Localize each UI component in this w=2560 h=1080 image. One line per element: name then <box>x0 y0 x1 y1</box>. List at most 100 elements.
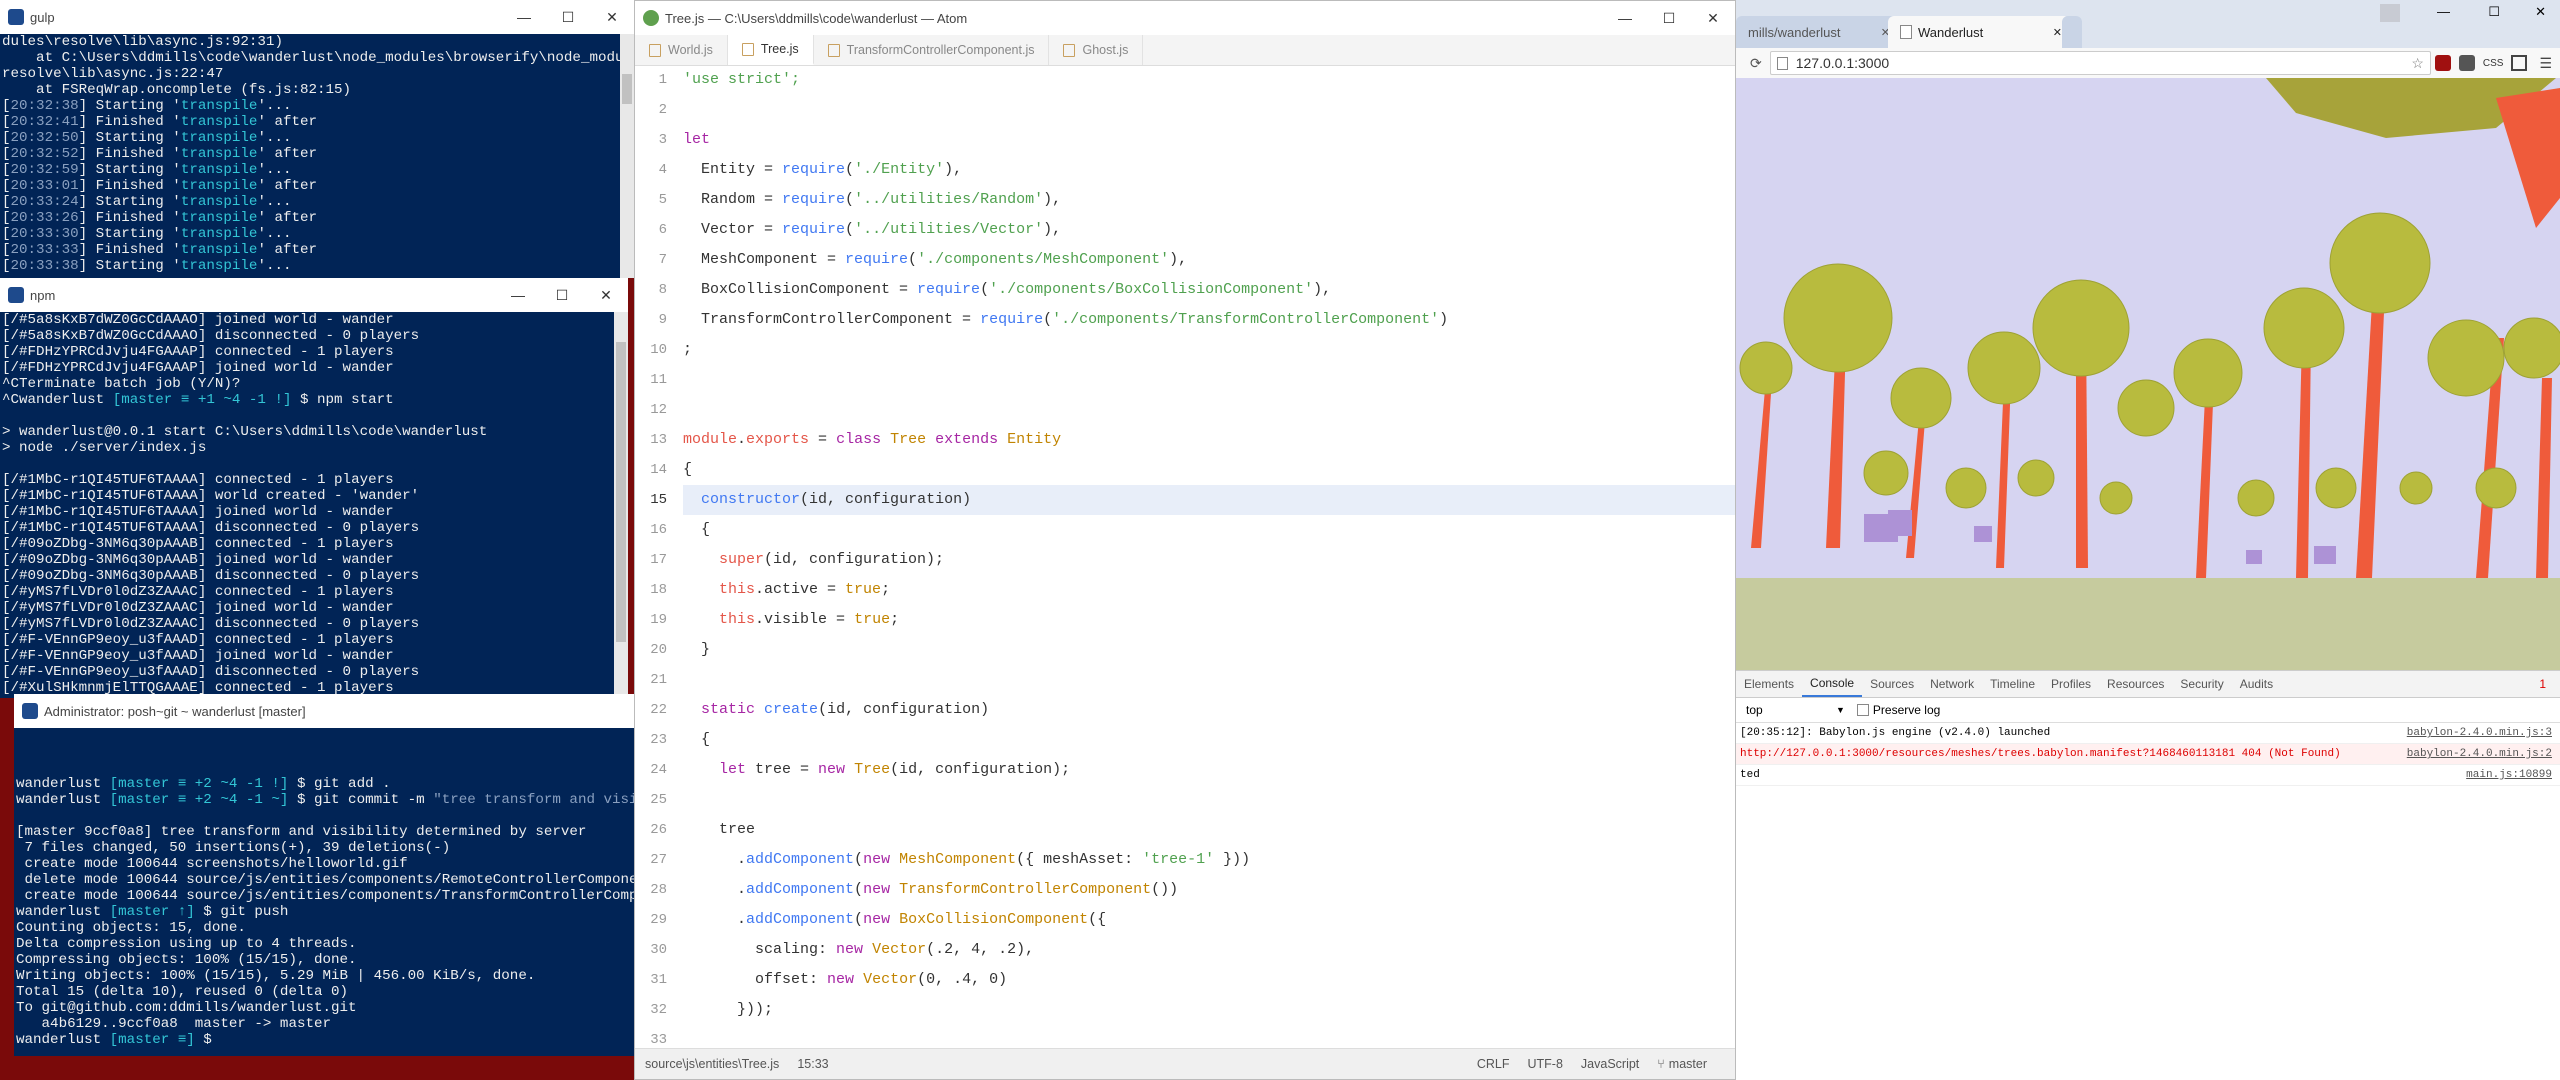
code-line[interactable] <box>683 1025 1735 1049</box>
minimize-icon[interactable]: — <box>1603 1 1647 35</box>
code-line[interactable]: { <box>683 455 1735 485</box>
minimize-icon[interactable]: — <box>2437 4 2450 19</box>
reload-icon[interactable]: ⟳ <box>1750 55 1762 72</box>
editor-tab[interactable]: Ghost.js <box>1049 35 1144 65</box>
gulp-terminal-window[interactable]: gulp — ☐ ✕ dules\resolve\lib\async.js:92… <box>0 0 634 278</box>
code-line[interactable]: super(id, configuration); <box>683 545 1735 575</box>
posh-git-terminal-window[interactable]: Administrator: posh~git ~ wanderlust [ma… <box>14 694 634 1056</box>
context-selector[interactable]: top <box>1746 703 1836 717</box>
code-line[interactable] <box>683 365 1735 395</box>
css-extension-icon[interactable]: CSS <box>2483 58 2504 69</box>
browser-tab-github[interactable]: mills/wanderlust ✕ <box>1736 16 1898 48</box>
close-icon[interactable]: ✕ <box>2053 26 2062 39</box>
code-line[interactable]: this.active = true; <box>683 575 1735 605</box>
ublock-icon[interactable] <box>2434 55 2451 71</box>
devtools-tab[interactable]: Network <box>1922 677 1982 691</box>
code-line[interactable]: BoxCollisionComponent = require('./compo… <box>683 275 1735 305</box>
devtools-tab[interactable]: Audits <box>2232 677 2281 691</box>
babylon-3d-canvas[interactable] <box>1736 78 2560 670</box>
code-line[interactable] <box>683 395 1735 425</box>
status-cursor-position[interactable]: 15:33 <box>797 1057 828 1071</box>
code-line[interactable]: ; <box>683 335 1735 365</box>
devtools-tab[interactable]: Console <box>1802 671 1863 697</box>
console-source-link[interactable]: babylon-2.4.0.min.js:3 <box>2407 723 2560 743</box>
minimize-icon[interactable]: — <box>496 278 540 312</box>
code-line[interactable] <box>683 95 1735 125</box>
code-line[interactable]: Random = require('../utilities/Random'), <box>683 185 1735 215</box>
status-line-ending[interactable]: CRLF <box>1477 1057 1510 1071</box>
code-line[interactable] <box>683 785 1735 815</box>
code-line[interactable]: let tree = new Tree(id, configuration); <box>683 755 1735 785</box>
address-bar[interactable]: 127.0.0.1:3000 ☆ <box>1769 51 2431 75</box>
editor-tab[interactable]: Tree.js <box>727 35 814 65</box>
devtools-tab[interactable]: Security <box>2172 677 2231 691</box>
code-line[interactable]: this.visible = true; <box>683 605 1735 635</box>
maximize-icon[interactable]: ☐ <box>540 278 584 312</box>
npm-terminal-window[interactable]: npm — ☐ ✕ [/#5a8sKxB7dWZ0GcCdAAAO] joine… <box>0 278 628 698</box>
gulp-titlebar[interactable]: gulp — ☐ ✕ <box>0 0 634 34</box>
code-line[interactable]: TransformControllerComponent = require('… <box>683 305 1735 335</box>
status-file-path[interactable]: source\js\entities\Tree.js <box>645 1057 779 1071</box>
close-icon[interactable]: ✕ <box>590 0 634 34</box>
devtools-tab[interactable]: Profiles <box>2043 677 2099 691</box>
preserve-log-checkbox[interactable] <box>1856 704 1869 716</box>
devtools-tab[interactable]: Elements <box>1736 677 1802 691</box>
devtools-tab[interactable]: Resources <box>2099 677 2172 691</box>
code-line[interactable]: static create(id, configuration) <box>683 695 1735 725</box>
code-line[interactable]: scaling: new Vector(.2, 4, .2), <box>683 935 1735 965</box>
maximize-icon[interactable]: ☐ <box>2488 4 2500 20</box>
npm-titlebar[interactable]: npm — ☐ ✕ <box>0 278 628 312</box>
code-area[interactable]: 'use strict'; let Entity = require('./Ent… <box>683 65 1735 1049</box>
code-line[interactable]: .addComponent(new TransformControllerCom… <box>683 875 1735 905</box>
editor-tab[interactable]: TransformControllerComponent.js <box>814 35 1050 65</box>
console-message-text[interactable]: http://127.0.0.1:3000/resources/meshes/t… <box>1736 744 2407 764</box>
maximize-icon[interactable]: ☐ <box>1647 1 1691 35</box>
code-line[interactable]: { <box>683 725 1735 755</box>
pocket-icon[interactable] <box>2458 55 2475 71</box>
terminal-text: [/#F-VEnnGP9eoy_u3fAAAD] connected - 1 p… <box>2 632 394 648</box>
code-line[interactable] <box>683 665 1735 695</box>
menu-icon[interactable]: ☰ <box>2539 55 2552 72</box>
devtools-tab[interactable]: Sources <box>1862 677 1922 691</box>
atom-editor-window[interactable]: Tree.js — C:\Users\ddmills\code\wanderlu… <box>634 0 1736 1080</box>
code-line[interactable]: constructor(id, configuration) <box>683 485 1735 515</box>
code-editor[interactable]: 1 2 3 4 5 6 7 8 9 10 11 12 13 14 15 16 17 18 19 20 21 22 23 24 2… <box>635 65 1735 1049</box>
close-icon[interactable]: ✕ <box>2535 4 2546 20</box>
status-grammar[interactable]: JavaScript <box>1581 1057 1639 1071</box>
code-line[interactable]: 'use strict'; <box>683 65 1735 95</box>
posh-titlebar[interactable]: Administrator: posh~git ~ wanderlust [ma… <box>14 694 634 728</box>
maximize-icon[interactable]: ☐ <box>546 0 590 34</box>
user-icon[interactable] <box>2380 4 2400 22</box>
npm-scrollbar[interactable] <box>614 312 628 698</box>
extension-icon[interactable] <box>2511 55 2528 71</box>
minimize-icon[interactable]: — <box>502 0 546 34</box>
code-line[interactable]: })); <box>683 995 1735 1025</box>
error-count-badge[interactable]: 1 <box>2539 677 2546 691</box>
gulp-scrollbar[interactable] <box>620 34 634 278</box>
code-line[interactable]: let <box>683 125 1735 155</box>
close-icon[interactable]: ✕ <box>1691 1 1735 35</box>
code-line[interactable]: Entity = require('./Entity'), <box>683 155 1735 185</box>
status-encoding[interactable]: UTF-8 <box>1528 1057 1563 1071</box>
devtools-tab[interactable]: Timeline <box>1982 677 2043 691</box>
code-line[interactable]: { <box>683 515 1735 545</box>
code-line[interactable]: } <box>683 635 1735 665</box>
code-line[interactable]: offset: new Vector(0, .4, 0) <box>683 965 1735 995</box>
close-icon[interactable]: ✕ <box>584 278 628 312</box>
editor-tab[interactable]: World.js <box>635 35 728 65</box>
atom-titlebar[interactable]: Tree.js — C:\Users\ddmills\code\wanderlu… <box>635 1 1735 35</box>
chevron-down-icon[interactable]: ▼ <box>1836 705 1845 715</box>
browser-tab-wanderlust[interactable]: Wanderlust ✕ <box>1888 16 2070 48</box>
code-line[interactable]: Vector = require('../utilities/Vector'), <box>683 215 1735 245</box>
star-icon[interactable]: ☆ <box>2411 55 2424 72</box>
code-line[interactable]: MeshComponent = require('./components/Me… <box>683 245 1735 275</box>
console-source-link[interactable]: main.js:10899 <box>2466 765 2560 785</box>
code-line[interactable]: module.exports = class Tree extends Enti… <box>683 425 1735 455</box>
chrome-browser-window[interactable]: mills/wanderlust ✕ Wanderlust ✕ — ☐ ✕ ⟳ … <box>1736 0 2560 1080</box>
code-line[interactable]: .addComponent(new BoxCollisionComponent(… <box>683 905 1735 935</box>
code-line[interactable]: .addComponent(new MeshComponent({ meshAs… <box>683 845 1735 875</box>
console-source-link[interactable]: babylon-2.4.0.min.js:2 <box>2407 744 2560 764</box>
code-line[interactable]: tree <box>683 815 1735 845</box>
new-tab-button[interactable] <box>2062 16 2082 48</box>
status-git-branch[interactable]: master <box>1669 1057 1707 1071</box>
